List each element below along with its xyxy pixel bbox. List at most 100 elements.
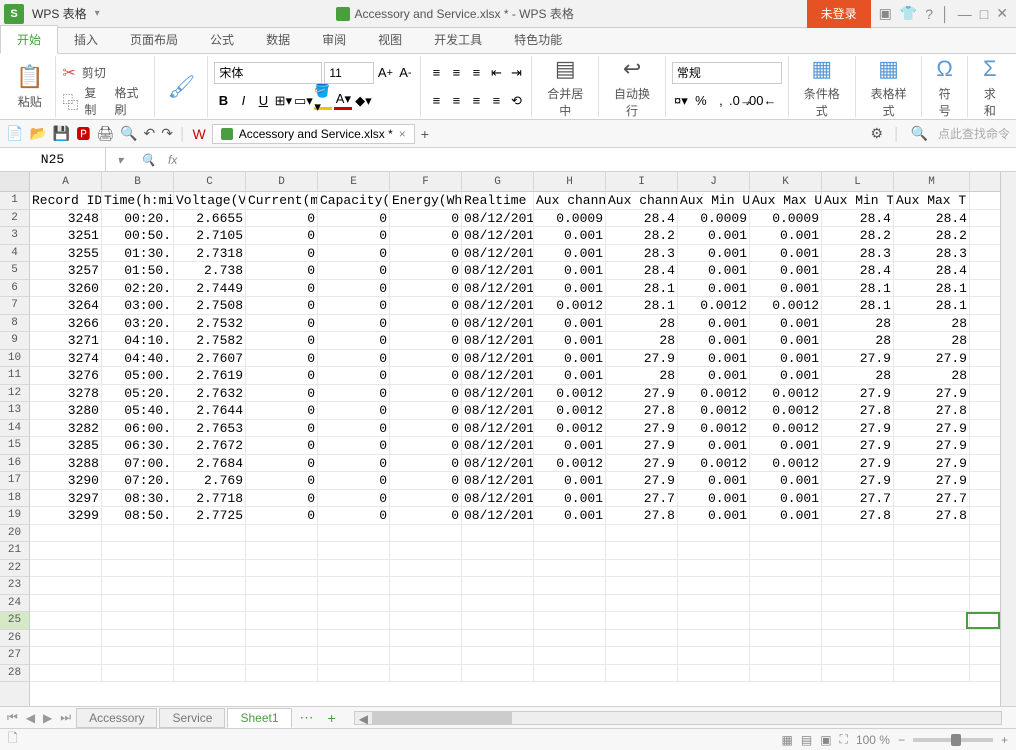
cell[interactable]: 28 bbox=[606, 332, 678, 349]
font-size-select[interactable] bbox=[324, 62, 374, 84]
cell[interactable]: 28.2 bbox=[822, 227, 894, 244]
cell[interactable]: 2.7532 bbox=[174, 315, 246, 332]
cell[interactable]: 0.001 bbox=[750, 227, 822, 244]
cell[interactable]: 0 bbox=[246, 315, 318, 332]
cell[interactable]: 0.001 bbox=[750, 367, 822, 384]
cell[interactable]: 2.738 bbox=[174, 262, 246, 279]
cell[interactable]: 0 bbox=[390, 367, 462, 384]
cell[interactable] bbox=[750, 647, 822, 664]
col-header-D[interactable]: D bbox=[246, 172, 318, 191]
cell[interactable] bbox=[246, 595, 318, 612]
cell[interactable]: 0.001 bbox=[534, 315, 606, 332]
cell[interactable]: 0 bbox=[318, 332, 390, 349]
cell[interactable]: 28.4 bbox=[606, 262, 678, 279]
cell[interactable] bbox=[678, 577, 750, 594]
cell[interactable] bbox=[534, 577, 606, 594]
col-header-F[interactable]: F bbox=[390, 172, 462, 191]
minimize-icon[interactable]: — bbox=[958, 6, 972, 22]
cell-header[interactable]: Time(h:mi bbox=[102, 192, 174, 209]
vertical-scrollbar[interactable] bbox=[1000, 172, 1016, 706]
cell-header[interactable]: Aux chann bbox=[534, 192, 606, 209]
cell[interactable] bbox=[318, 647, 390, 664]
decrease-font-icon[interactable]: A- bbox=[396, 64, 414, 82]
currency-icon[interactable]: ¤▾ bbox=[672, 92, 690, 110]
cell[interactable] bbox=[318, 525, 390, 542]
cell[interactable]: 0.001 bbox=[534, 490, 606, 507]
cell[interactable]: 27.9 bbox=[822, 420, 894, 437]
ribbon-tab-7[interactable]: 开发工具 bbox=[418, 26, 498, 53]
cell[interactable] bbox=[678, 525, 750, 542]
cell[interactable]: 08/12/201 bbox=[462, 315, 534, 332]
sheet-tab[interactable]: Service bbox=[159, 708, 225, 728]
cell[interactable]: 0 bbox=[318, 280, 390, 297]
cell[interactable]: 27.8 bbox=[894, 402, 970, 419]
indent-left-icon[interactable]: ⇤ bbox=[487, 64, 505, 82]
cell[interactable]: 28 bbox=[894, 332, 970, 349]
cell[interactable]: 28.4 bbox=[894, 210, 970, 227]
align-center-icon[interactable]: ≡ bbox=[447, 92, 465, 110]
cell[interactable] bbox=[462, 525, 534, 542]
add-tab-icon[interactable]: + bbox=[421, 126, 429, 142]
row-header[interactable]: 24 bbox=[0, 595, 29, 613]
cell[interactable]: 0.001 bbox=[534, 332, 606, 349]
cell[interactable]: 28.3 bbox=[822, 245, 894, 262]
cell[interactable]: 27.9 bbox=[822, 455, 894, 472]
cell[interactable]: 3280 bbox=[30, 402, 102, 419]
increase-font-icon[interactable]: A+ bbox=[376, 64, 394, 82]
cell[interactable]: 08:30. bbox=[102, 490, 174, 507]
ribbon-tab-2[interactable]: 页面布局 bbox=[114, 26, 194, 53]
cell[interactable]: 3274 bbox=[30, 350, 102, 367]
cell[interactable] bbox=[174, 525, 246, 542]
cell[interactable] bbox=[750, 595, 822, 612]
cell[interactable] bbox=[822, 647, 894, 664]
row-header[interactable]: 17 bbox=[0, 472, 29, 490]
view-reading-icon[interactable]: ▣ bbox=[820, 733, 831, 747]
cell[interactable] bbox=[822, 595, 894, 612]
redo-icon[interactable]: ↷ bbox=[161, 125, 173, 142]
cell[interactable]: 2.7672 bbox=[174, 437, 246, 454]
format-painter-button[interactable]: 格式刷 bbox=[110, 82, 148, 120]
cell[interactable] bbox=[390, 647, 462, 664]
cell[interactable]: 07:00. bbox=[102, 455, 174, 472]
row-header[interactable]: 16 bbox=[0, 455, 29, 473]
row-header[interactable]: 27 bbox=[0, 647, 29, 665]
cell-header[interactable]: Aux Min T bbox=[822, 192, 894, 209]
document-tab[interactable]: Accessory and Service.xlsx * × bbox=[212, 124, 415, 144]
cell[interactable]: 3297 bbox=[30, 490, 102, 507]
cell-header[interactable]: Realtime bbox=[462, 192, 534, 209]
cell[interactable]: 0 bbox=[246, 437, 318, 454]
orientation-icon[interactable]: ⟲ bbox=[507, 92, 525, 110]
cell[interactable] bbox=[30, 525, 102, 542]
cell[interactable]: 28.4 bbox=[822, 210, 894, 227]
cut-button[interactable]: 剪切 bbox=[78, 62, 110, 83]
cell[interactable] bbox=[102, 560, 174, 577]
search-hint[interactable]: 点此查找命令 bbox=[938, 125, 1010, 142]
align-right-icon[interactable]: ≡ bbox=[467, 92, 485, 110]
app-menu-dropdown[interactable]: ▾ bbox=[91, 8, 104, 19]
cell[interactable]: 27.9 bbox=[822, 472, 894, 489]
cell[interactable]: 08/12/201 bbox=[462, 210, 534, 227]
cell[interactable] bbox=[462, 560, 534, 577]
cell[interactable] bbox=[174, 665, 246, 682]
cell[interactable]: 0 bbox=[390, 227, 462, 244]
cell[interactable]: 27.9 bbox=[606, 455, 678, 472]
cell[interactable]: 28.1 bbox=[606, 297, 678, 314]
cell[interactable] bbox=[678, 542, 750, 559]
cell[interactable]: 0 bbox=[246, 245, 318, 262]
new-icon[interactable]: 📄 bbox=[6, 125, 23, 142]
sheet-nav-last[interactable]: ⏭ bbox=[57, 710, 74, 725]
cell[interactable] bbox=[462, 647, 534, 664]
row-header[interactable]: 19 bbox=[0, 507, 29, 525]
cell[interactable]: 0 bbox=[390, 472, 462, 489]
cell[interactable] bbox=[174, 595, 246, 612]
row-header[interactable]: 21 bbox=[0, 542, 29, 560]
cell[interactable]: 0 bbox=[318, 245, 390, 262]
cell[interactable]: 3290 bbox=[30, 472, 102, 489]
cell[interactable] bbox=[174, 612, 246, 629]
cell[interactable]: 28 bbox=[822, 315, 894, 332]
cell[interactable]: 27.8 bbox=[822, 402, 894, 419]
cell[interactable] bbox=[678, 595, 750, 612]
cell[interactable]: 0 bbox=[246, 227, 318, 244]
cell[interactable] bbox=[894, 647, 970, 664]
cell[interactable]: 0 bbox=[318, 227, 390, 244]
